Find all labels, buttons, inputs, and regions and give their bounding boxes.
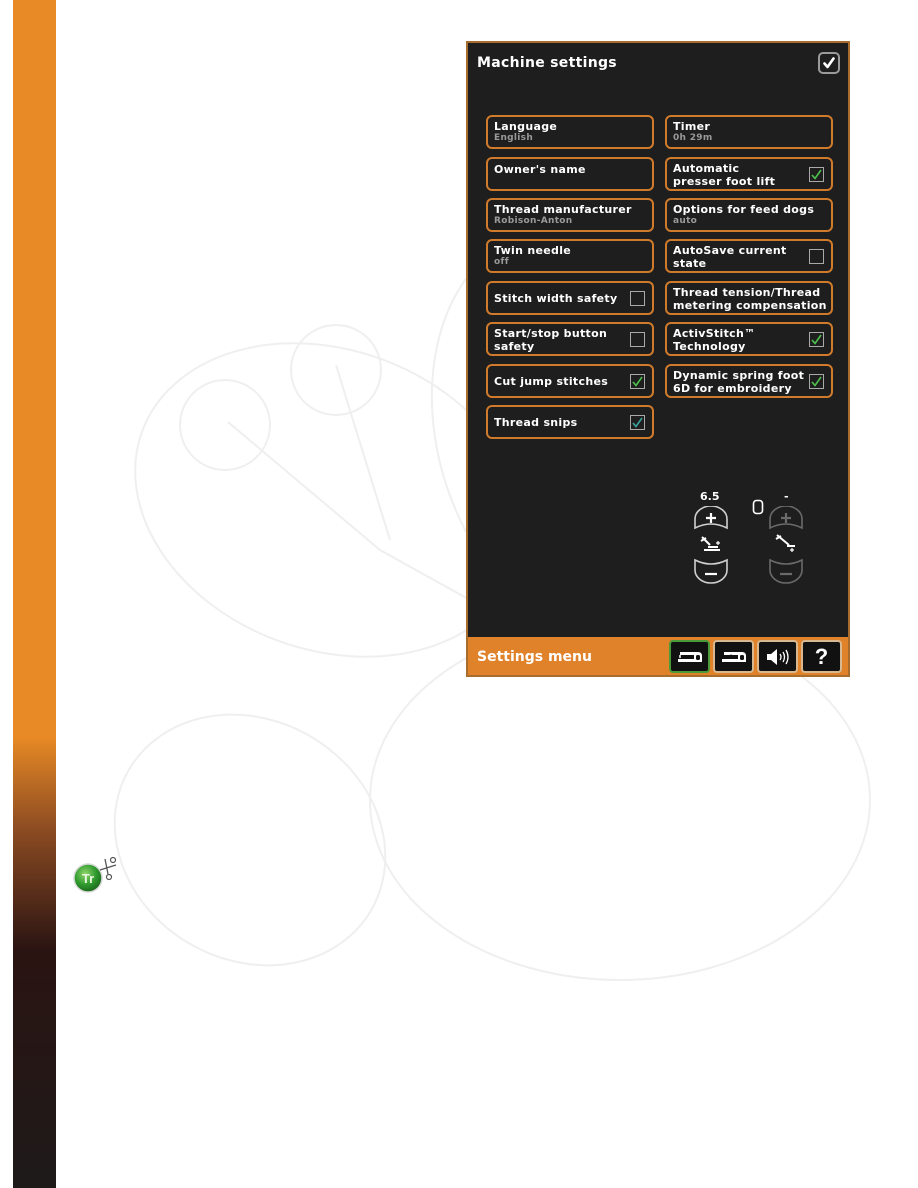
question-mark-icon: ? xyxy=(814,643,829,669)
checkmark-icon xyxy=(632,376,643,387)
setting-label-line-2: Technology xyxy=(673,340,746,353)
setting-automatic-presser-foot-lift[interactable]: Automatic presser foot lift xyxy=(665,157,833,191)
presser-foot-pressure-icon xyxy=(775,534,795,552)
setting-label-line-1: Automatic xyxy=(673,162,740,175)
automatic-presser-foot-lift-checkbox[interactable] xyxy=(809,167,824,182)
setting-label: Language xyxy=(494,120,558,133)
speaker-icon xyxy=(766,648,789,665)
plus-icon xyxy=(781,513,791,523)
settings-menu-title: Settings menu xyxy=(477,649,592,665)
setting-stitch-width-safety[interactable]: Stitch width safety xyxy=(486,281,654,315)
setting-label-line-2: metering compensation xyxy=(673,299,827,312)
setting-label-line-1: Thread tension/Thread xyxy=(673,286,821,299)
tab-sewing-settings[interactable] xyxy=(713,640,754,673)
setting-label-line-1: AutoSave current xyxy=(673,244,787,257)
activstitch-technology-checkbox[interactable] xyxy=(809,332,824,347)
setting-label: Options for feed dogs xyxy=(673,203,815,216)
presser-foot-height-icon xyxy=(700,536,720,551)
tip-icon-label: Tr xyxy=(82,871,94,886)
setting-label: Cut jump stitches xyxy=(494,374,609,388)
checkmark-icon xyxy=(811,376,822,387)
setting-label-line-1: ActivStitch™ xyxy=(673,327,756,340)
setting-value: English xyxy=(494,133,534,143)
setting-value: auto xyxy=(673,216,698,226)
setting-thread-snips[interactable]: Thread snips xyxy=(486,405,654,439)
setting-label-line-2: safety xyxy=(494,340,535,353)
setting-label: Twin needle xyxy=(494,244,572,257)
setting-label: Stitch width safety xyxy=(494,291,618,305)
tab-sound-settings[interactable] xyxy=(757,640,798,673)
machine-settings-screen: Machine settings Language English Owner'… xyxy=(466,41,850,677)
presser-foot-pressure-value: - xyxy=(784,490,789,503)
setting-label-line-1: Dynamic spring foot xyxy=(673,369,805,382)
setting-language[interactable]: Language English xyxy=(486,115,654,149)
presser-foot-pressure-increase-button[interactable] xyxy=(767,506,805,532)
setting-label: Owner's name xyxy=(494,163,586,176)
presser-foot-height-decrease-button[interactable] xyxy=(692,556,730,584)
setting-start-stop-button-safety[interactable]: Start/stop button safety xyxy=(486,322,654,356)
dynamic-spring-foot-checkbox[interactable] xyxy=(809,374,824,389)
setting-label-line-2: 6D for embroidery xyxy=(673,382,792,395)
plus-icon xyxy=(706,513,716,523)
setting-label-line-2: state xyxy=(673,257,707,270)
setting-timer[interactable]: Timer 0h 29m xyxy=(665,115,833,149)
thread-trimmer-tip-icon: Tr xyxy=(73,856,117,893)
setting-value: 0h 29m xyxy=(673,133,713,143)
setting-twin-needle[interactable]: Twin needle off xyxy=(486,239,654,273)
setting-owners-name[interactable]: Owner's name xyxy=(486,157,654,191)
screen-title: Machine settings xyxy=(477,55,617,71)
tab-machine-settings[interactable] xyxy=(669,640,710,673)
start-stop-button-safety-checkbox[interactable] xyxy=(630,332,645,347)
sewing-machine-icon xyxy=(677,651,702,662)
setting-label-line-2: presser foot lift xyxy=(673,175,776,188)
autosave-current-state-checkbox[interactable] xyxy=(809,249,824,264)
confirm-button[interactable] xyxy=(818,52,840,74)
thread-snips-checkbox[interactable] xyxy=(630,415,645,430)
settings-menu-bar: Settings menu ? xyxy=(468,637,848,675)
checkmark-icon xyxy=(823,57,835,69)
stitch-width-safety-checkbox[interactable] xyxy=(630,291,645,306)
setting-thread-manufacturer[interactable]: Thread manufacturer Robison-Anton xyxy=(486,198,654,232)
presser-foot-height-value: 6.5 xyxy=(700,490,720,503)
sewing-machine-stitch-icon xyxy=(721,651,746,662)
setting-options-for-feed-dogs[interactable]: Options for feed dogs auto xyxy=(665,198,833,232)
setting-cut-jump-stitches[interactable]: Cut jump stitches xyxy=(486,364,654,398)
setting-label-line-1: Start/stop button xyxy=(494,327,608,340)
setting-dynamic-spring-foot[interactable]: Dynamic spring foot 6D for embroidery xyxy=(665,364,833,398)
presser-foot-height-increase-button[interactable] xyxy=(692,506,730,532)
checkmark-icon xyxy=(811,169,822,180)
setting-value: off xyxy=(494,257,509,267)
setting-value: Robison-Anton xyxy=(494,216,573,226)
setting-label: Timer xyxy=(673,120,711,133)
page-side-bar xyxy=(13,0,56,1188)
tab-help[interactable]: ? xyxy=(801,640,842,673)
setting-autosave-current-state[interactable]: AutoSave current state xyxy=(665,239,833,273)
setting-thread-tension-compensation[interactable]: Thread tension/Thread metering compensat… xyxy=(665,281,833,315)
presser-foot-pressure-decrease-button[interactable] xyxy=(767,556,805,584)
setting-label: Thread snips xyxy=(494,415,578,429)
hoop-icon xyxy=(752,499,764,515)
cut-jump-stitches-checkbox[interactable] xyxy=(630,374,645,389)
setting-activstitch-technology[interactable]: ActivStitch™ Technology xyxy=(665,322,833,356)
setting-label: Thread manufacturer xyxy=(494,203,632,216)
checkmark-icon xyxy=(632,417,643,428)
checkmark-icon xyxy=(811,334,822,345)
